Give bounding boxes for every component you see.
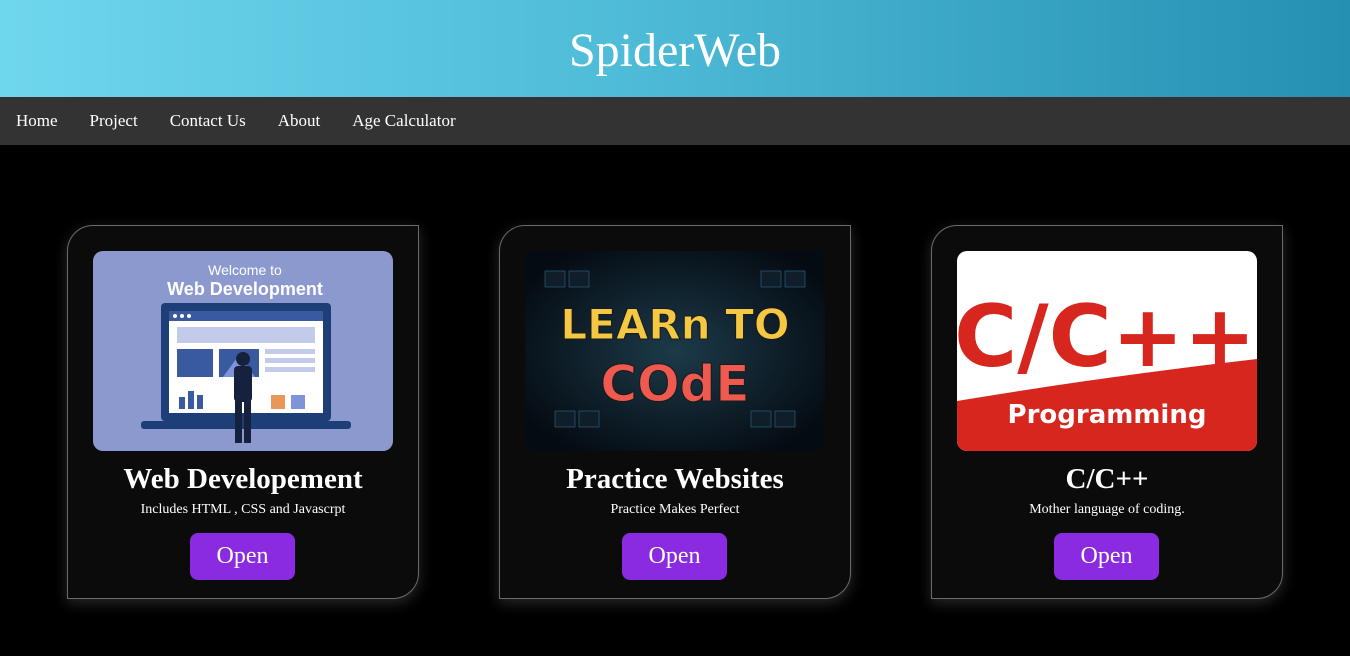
nav-item-home[interactable]: Home bbox=[0, 97, 74, 145]
svg-text:Welcome to: Welcome to bbox=[208, 262, 282, 278]
nav-item-about[interactable]: About bbox=[262, 97, 337, 145]
c-cpp-programming-image: C/C++ Programming bbox=[957, 251, 1257, 451]
card-title: C/C++ bbox=[1065, 463, 1149, 495]
open-button[interactable]: Open bbox=[190, 533, 295, 580]
card-web-development: Welcome to Web Development Web Developem… bbox=[67, 225, 419, 599]
learn-to-code-image: LEARn TO COdE bbox=[525, 251, 825, 451]
nav-item-contact-us[interactable]: Contact Us bbox=[154, 97, 262, 145]
card-title: Web Developement bbox=[123, 463, 363, 495]
card-practice-websites: LEARn TO COdE Practice Websites Practice… bbox=[499, 225, 851, 599]
card-description: Includes HTML , CSS and Javascrpt bbox=[140, 502, 346, 517]
main-navbar: Home Project Contact Us About Age Calcul… bbox=[0, 97, 1350, 145]
svg-text:LEARn TO: LEARn TO bbox=[560, 300, 789, 349]
site-title: SpiderWeb bbox=[568, 23, 782, 77]
open-button[interactable]: Open bbox=[1054, 533, 1159, 580]
svg-text:COdE: COdE bbox=[600, 355, 749, 413]
card-description: Practice Makes Perfect bbox=[610, 502, 740, 517]
open-button[interactable]: Open bbox=[622, 533, 727, 580]
site-header: SpiderWeb bbox=[0, 0, 1350, 97]
web-development-image: Welcome to Web Development bbox=[93, 251, 393, 451]
nav-item-project[interactable]: Project bbox=[74, 97, 154, 145]
card-title: Practice Websites bbox=[566, 463, 784, 495]
svg-text:Programming: Programming bbox=[1008, 400, 1207, 430]
nav-item-age-calculator[interactable]: Age Calculator bbox=[336, 97, 471, 145]
svg-text:Web Development: Web Development bbox=[167, 279, 323, 299]
card-description: Mother language of coding. bbox=[1029, 502, 1185, 517]
card-c-cpp: C/C++ Programming C/C++ Mother language … bbox=[931, 225, 1283, 599]
